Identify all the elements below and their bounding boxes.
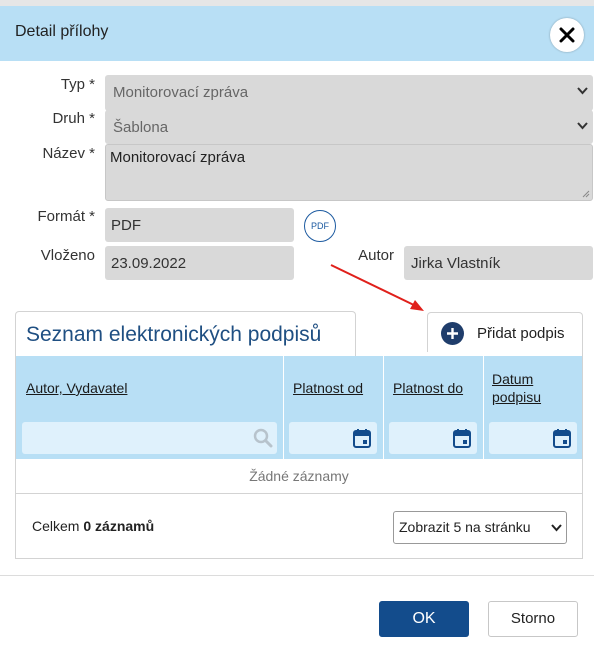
format-value: PDF bbox=[111, 217, 141, 234]
type-value: Monitorovací zpráva bbox=[113, 84, 249, 101]
search-icon bbox=[253, 428, 273, 448]
type-label: Typ * bbox=[60, 76, 95, 93]
chevron-down-icon bbox=[551, 524, 562, 532]
column-divider bbox=[283, 356, 284, 459]
column-valid-from[interactable]: Platnost od bbox=[293, 379, 363, 397]
inserted-label: Vloženo bbox=[40, 247, 95, 264]
calendar-icon[interactable] bbox=[453, 428, 471, 448]
kind-value: Šablona bbox=[113, 119, 169, 136]
total-prefix: Celkem bbox=[32, 518, 80, 534]
empty-row: Žádné záznamy bbox=[16, 459, 582, 494]
chevron-down-icon bbox=[577, 87, 588, 95]
empty-text: Žádné záznamy bbox=[249, 468, 349, 484]
author-value: Jirka Vlastník bbox=[411, 255, 501, 272]
page-size-select[interactable]: Zobrazit 5 na stránku bbox=[393, 511, 567, 544]
author-field: Jirka Vlastník bbox=[404, 246, 593, 280]
column-sign-date-line2: podpisu bbox=[492, 389, 542, 405]
name-textarea[interactable]: Monitorovací zpráva bbox=[105, 144, 593, 201]
format-field: PDF bbox=[105, 208, 294, 242]
filter-valid-from-input[interactable] bbox=[289, 422, 377, 454]
column-valid-to[interactable]: Platnost do bbox=[393, 379, 463, 397]
filter-valid-to-input[interactable] bbox=[389, 422, 477, 454]
close-button[interactable] bbox=[550, 18, 584, 52]
resize-grip-icon[interactable] bbox=[582, 190, 590, 198]
format-label: Formát * bbox=[37, 208, 95, 225]
name-value: Monitorovací zpráva bbox=[110, 149, 246, 166]
column-sign-date-line1: Datum bbox=[492, 371, 534, 387]
tab-signatures-label: Seznam elektronických podpisů bbox=[26, 323, 322, 346]
ok-button[interactable]: OK bbox=[379, 601, 469, 637]
cancel-button[interactable]: Storno bbox=[488, 601, 578, 637]
name-label: Název * bbox=[42, 145, 95, 162]
dialog-title: Detail přílohy bbox=[15, 23, 109, 40]
footer-divider bbox=[0, 575, 594, 576]
author-label: Autor bbox=[358, 247, 394, 264]
add-signature-label: Přidat podpis bbox=[477, 325, 565, 342]
kind-label: Druh * bbox=[52, 110, 95, 127]
total-count: Celkem 0 záznamů bbox=[32, 518, 154, 534]
pdf-icon[interactable]: PDF bbox=[304, 210, 336, 242]
column-divider bbox=[483, 356, 484, 459]
tab-signatures[interactable]: Seznam elektronických podpisů bbox=[15, 311, 356, 356]
kind-select[interactable]: Šablona bbox=[105, 110, 593, 144]
grid-header: Autor, Vydavatel Platnost od Platnost do… bbox=[16, 356, 582, 459]
column-sign-date[interactable]: Datum podpisu bbox=[492, 370, 541, 406]
inserted-value: 23.09.2022 bbox=[111, 255, 187, 272]
column-author[interactable]: Autor, Vydavatel bbox=[26, 379, 127, 397]
inserted-field: 23.09.2022 bbox=[105, 246, 294, 280]
filter-author-input[interactable] bbox=[22, 422, 277, 454]
close-icon bbox=[559, 27, 575, 43]
total-value: 0 záznamů bbox=[83, 518, 155, 534]
plus-icon bbox=[441, 322, 464, 345]
type-select[interactable]: Monitorovací zpráva bbox=[105, 75, 593, 111]
chevron-down-icon bbox=[577, 122, 588, 130]
calendar-icon[interactable] bbox=[553, 428, 571, 448]
page-size-value: Zobrazit 5 na stránku bbox=[399, 519, 531, 535]
calendar-icon[interactable] bbox=[353, 428, 371, 448]
dialog-header: Detail přílohy bbox=[0, 6, 594, 61]
filter-sign-date-input[interactable] bbox=[489, 422, 577, 454]
column-divider bbox=[383, 356, 384, 459]
add-signature-button[interactable]: Přidat podpis bbox=[427, 312, 583, 352]
